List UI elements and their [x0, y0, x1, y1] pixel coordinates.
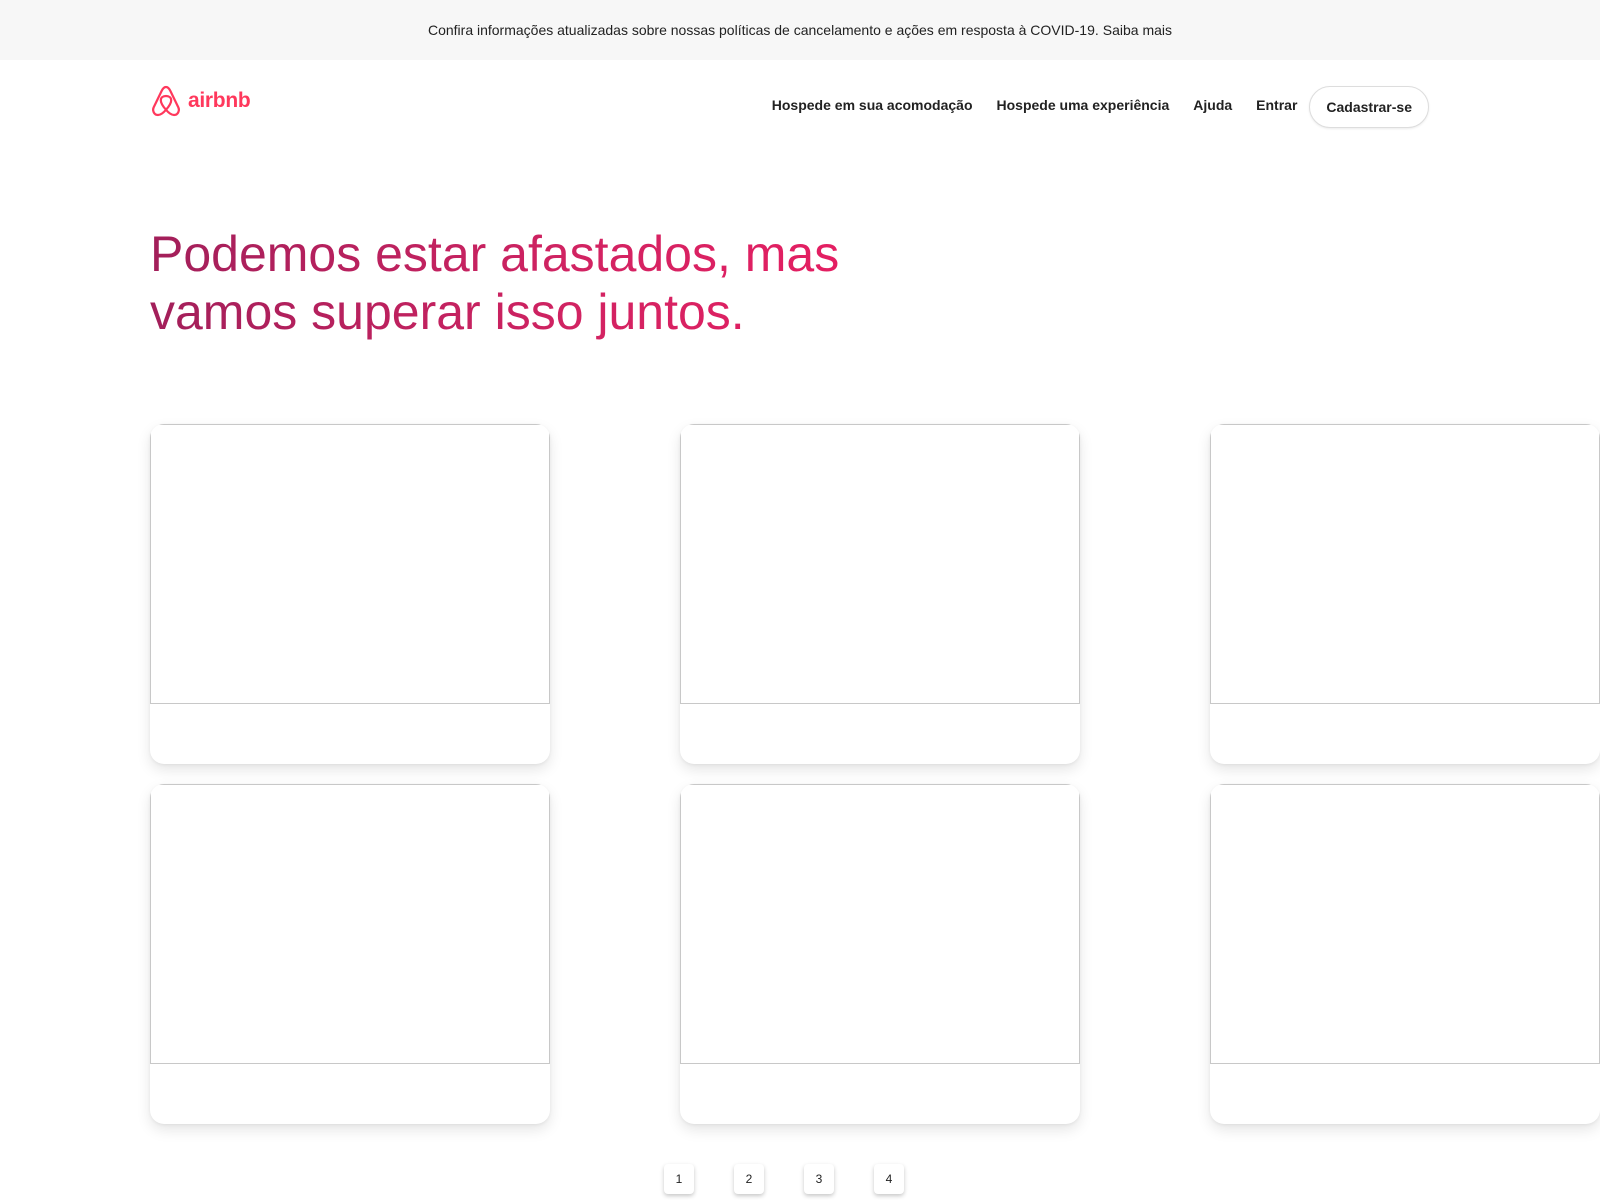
card-footer — [150, 704, 550, 764]
hero-headline: Podemos estar afastados, mas vamos super… — [150, 225, 870, 341]
experience-card[interactable] — [150, 784, 550, 1124]
announcement-banner: Confira informações atualizadas sobre no… — [0, 0, 1600, 60]
banner-text: Confira informações atualizadas sobre no… — [427, 22, 1099, 38]
experience-card[interactable] — [680, 784, 1080, 1124]
card-footer — [680, 704, 1080, 764]
nav-help-link[interactable]: Ajuda — [1193, 97, 1232, 113]
airbnb-logo-icon — [152, 85, 180, 117]
page-button-3[interactable]: 3 — [804, 1164, 834, 1194]
card-image-placeholder — [150, 424, 550, 704]
card-image-placeholder — [1210, 784, 1600, 1064]
experience-card[interactable] — [150, 424, 550, 764]
experience-card[interactable] — [1210, 424, 1600, 764]
top-navigation: Hospede em sua acomodação Hospede uma ex… — [772, 82, 1429, 128]
airbnb-logo[interactable]: airbnb — [150, 84, 251, 118]
logo-wordmark: airbnb — [188, 89, 251, 112]
card-footer — [680, 1064, 1080, 1124]
page-button-4[interactable]: 4 — [874, 1164, 904, 1194]
page-button-2[interactable]: 2 — [734, 1164, 764, 1194]
experience-card[interactable] — [680, 424, 1080, 764]
signup-button[interactable]: Cadastrar-se — [1309, 86, 1429, 128]
nav-host-home-link[interactable]: Hospede em sua acomodação — [772, 97, 973, 113]
hero-line-2: vamos superar isso juntos. — [150, 284, 745, 340]
experience-card[interactable] — [1210, 784, 1600, 1124]
nav-host-experience-link[interactable]: Hospede uma experiência — [997, 97, 1170, 113]
card-footer — [1210, 1064, 1600, 1124]
card-image-placeholder — [150, 784, 550, 1064]
card-image-placeholder — [680, 424, 1080, 704]
pagination: 1 2 3 4 — [664, 1164, 944, 1194]
card-image-placeholder — [680, 784, 1080, 1064]
banner-learn-more-link[interactable]: Saiba mais — [1103, 22, 1172, 38]
card-footer — [150, 1064, 550, 1124]
card-footer — [1210, 704, 1600, 764]
card-image-placeholder — [1210, 424, 1600, 704]
page-button-1[interactable]: 1 — [664, 1164, 694, 1194]
hero-line-1: Podemos estar afastados, mas — [150, 226, 840, 282]
nav-login-link[interactable]: Entrar — [1256, 97, 1297, 113]
